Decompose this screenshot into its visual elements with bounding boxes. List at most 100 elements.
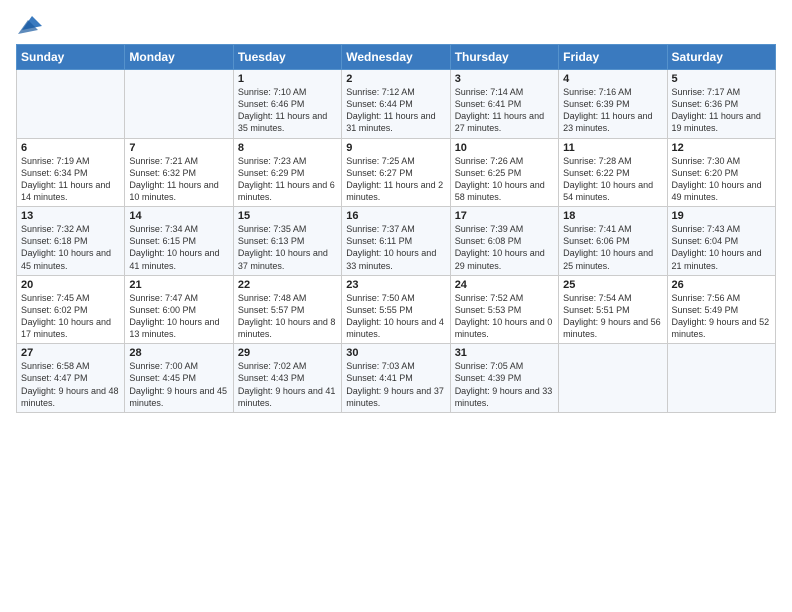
- calendar-cell: 2Sunrise: 7:12 AM Sunset: 6:44 PM Daylig…: [342, 70, 450, 139]
- calendar-cell: 22Sunrise: 7:48 AM Sunset: 5:57 PM Dayli…: [233, 275, 341, 344]
- day-number: 15: [238, 210, 337, 222]
- calendar-cell: 26Sunrise: 7:56 AM Sunset: 5:49 PM Dayli…: [667, 275, 775, 344]
- calendar-cell: 7Sunrise: 7:21 AM Sunset: 6:32 PM Daylig…: [125, 138, 233, 207]
- cell-content: Sunrise: 7:39 AM Sunset: 6:08 PM Dayligh…: [455, 223, 554, 272]
- cell-content: Sunrise: 7:50 AM Sunset: 5:55 PM Dayligh…: [346, 292, 445, 341]
- day-number: 16: [346, 210, 445, 222]
- day-number: 23: [346, 279, 445, 291]
- calendar-cell: 21Sunrise: 7:47 AM Sunset: 6:00 PM Dayli…: [125, 275, 233, 344]
- calendar-cell: 12Sunrise: 7:30 AM Sunset: 6:20 PM Dayli…: [667, 138, 775, 207]
- calendar-cell: 1Sunrise: 7:10 AM Sunset: 6:46 PM Daylig…: [233, 70, 341, 139]
- calendar-cell: 30Sunrise: 7:03 AM Sunset: 4:41 PM Dayli…: [342, 344, 450, 413]
- day-number: 1: [238, 73, 337, 85]
- day-number: 9: [346, 142, 445, 154]
- cell-content: Sunrise: 7:56 AM Sunset: 5:49 PM Dayligh…: [672, 292, 771, 341]
- calendar-cell: 3Sunrise: 7:14 AM Sunset: 6:41 PM Daylig…: [450, 70, 558, 139]
- calendar-cell: 10Sunrise: 7:26 AM Sunset: 6:25 PM Dayli…: [450, 138, 558, 207]
- weekday-header-tuesday: Tuesday: [233, 45, 341, 70]
- cell-content: Sunrise: 7:48 AM Sunset: 5:57 PM Dayligh…: [238, 292, 337, 341]
- calendar-cell: 27Sunrise: 6:58 AM Sunset: 4:47 PM Dayli…: [17, 344, 125, 413]
- day-number: 3: [455, 73, 554, 85]
- cell-content: Sunrise: 7:37 AM Sunset: 6:11 PM Dayligh…: [346, 223, 445, 272]
- day-number: 21: [129, 279, 228, 291]
- cell-content: Sunrise: 7:00 AM Sunset: 4:45 PM Dayligh…: [129, 360, 228, 409]
- calendar-cell: 14Sunrise: 7:34 AM Sunset: 6:15 PM Dayli…: [125, 207, 233, 276]
- cell-content: Sunrise: 7:12 AM Sunset: 6:44 PM Dayligh…: [346, 86, 445, 135]
- calendar-cell: 19Sunrise: 7:43 AM Sunset: 6:04 PM Dayli…: [667, 207, 775, 276]
- day-number: 6: [21, 142, 120, 154]
- logo: [16, 12, 42, 36]
- cell-content: Sunrise: 7:54 AM Sunset: 5:51 PM Dayligh…: [563, 292, 662, 341]
- cell-content: Sunrise: 7:19 AM Sunset: 6:34 PM Dayligh…: [21, 155, 120, 204]
- day-number: 24: [455, 279, 554, 291]
- calendar-cell: 5Sunrise: 7:17 AM Sunset: 6:36 PM Daylig…: [667, 70, 775, 139]
- calendar-cell: 16Sunrise: 7:37 AM Sunset: 6:11 PM Dayli…: [342, 207, 450, 276]
- cell-content: Sunrise: 7:25 AM Sunset: 6:27 PM Dayligh…: [346, 155, 445, 204]
- calendar-cell: [17, 70, 125, 139]
- weekday-header-friday: Friday: [559, 45, 667, 70]
- cell-content: Sunrise: 7:23 AM Sunset: 6:29 PM Dayligh…: [238, 155, 337, 204]
- cell-content: Sunrise: 6:58 AM Sunset: 4:47 PM Dayligh…: [21, 360, 120, 409]
- cell-content: Sunrise: 7:16 AM Sunset: 6:39 PM Dayligh…: [563, 86, 662, 135]
- calendar-cell: [667, 344, 775, 413]
- calendar-cell: 25Sunrise: 7:54 AM Sunset: 5:51 PM Dayli…: [559, 275, 667, 344]
- calendar-cell: 24Sunrise: 7:52 AM Sunset: 5:53 PM Dayli…: [450, 275, 558, 344]
- day-number: 7: [129, 142, 228, 154]
- calendar-row-5: 27Sunrise: 6:58 AM Sunset: 4:47 PM Dayli…: [17, 344, 776, 413]
- calendar-cell: 23Sunrise: 7:50 AM Sunset: 5:55 PM Dayli…: [342, 275, 450, 344]
- page: SundayMondayTuesdayWednesdayThursdayFrid…: [0, 0, 792, 421]
- day-number: 20: [21, 279, 120, 291]
- calendar-cell: 18Sunrise: 7:41 AM Sunset: 6:06 PM Dayli…: [559, 207, 667, 276]
- calendar-cell: 6Sunrise: 7:19 AM Sunset: 6:34 PM Daylig…: [17, 138, 125, 207]
- day-number: 4: [563, 73, 662, 85]
- calendar-cell: 8Sunrise: 7:23 AM Sunset: 6:29 PM Daylig…: [233, 138, 341, 207]
- day-number: 17: [455, 210, 554, 222]
- cell-content: Sunrise: 7:03 AM Sunset: 4:41 PM Dayligh…: [346, 360, 445, 409]
- calendar-cell: 9Sunrise: 7:25 AM Sunset: 6:27 PM Daylig…: [342, 138, 450, 207]
- day-number: 14: [129, 210, 228, 222]
- calendar-cell: 11Sunrise: 7:28 AM Sunset: 6:22 PM Dayli…: [559, 138, 667, 207]
- day-number: 5: [672, 73, 771, 85]
- calendar-row-4: 20Sunrise: 7:45 AM Sunset: 6:02 PM Dayli…: [17, 275, 776, 344]
- day-number: 13: [21, 210, 120, 222]
- cell-content: Sunrise: 7:10 AM Sunset: 6:46 PM Dayligh…: [238, 86, 337, 135]
- weekday-header-sunday: Sunday: [17, 45, 125, 70]
- day-number: 25: [563, 279, 662, 291]
- calendar-row-3: 13Sunrise: 7:32 AM Sunset: 6:18 PM Dayli…: [17, 207, 776, 276]
- weekday-header-row: SundayMondayTuesdayWednesdayThursdayFrid…: [17, 45, 776, 70]
- calendar-cell: 13Sunrise: 7:32 AM Sunset: 6:18 PM Dayli…: [17, 207, 125, 276]
- cell-content: Sunrise: 7:41 AM Sunset: 6:06 PM Dayligh…: [563, 223, 662, 272]
- day-number: 10: [455, 142, 554, 154]
- calendar-row-1: 1Sunrise: 7:10 AM Sunset: 6:46 PM Daylig…: [17, 70, 776, 139]
- day-number: 29: [238, 347, 337, 359]
- calendar-cell: [559, 344, 667, 413]
- cell-content: Sunrise: 7:34 AM Sunset: 6:15 PM Dayligh…: [129, 223, 228, 272]
- header: [16, 12, 776, 36]
- cell-content: Sunrise: 7:45 AM Sunset: 6:02 PM Dayligh…: [21, 292, 120, 341]
- calendar-table: SundayMondayTuesdayWednesdayThursdayFrid…: [16, 44, 776, 413]
- day-number: 19: [672, 210, 771, 222]
- cell-content: Sunrise: 7:43 AM Sunset: 6:04 PM Dayligh…: [672, 223, 771, 272]
- calendar-cell: 4Sunrise: 7:16 AM Sunset: 6:39 PM Daylig…: [559, 70, 667, 139]
- cell-content: Sunrise: 7:14 AM Sunset: 6:41 PM Dayligh…: [455, 86, 554, 135]
- logo-icon: [18, 12, 42, 36]
- day-number: 22: [238, 279, 337, 291]
- day-number: 30: [346, 347, 445, 359]
- day-number: 28: [129, 347, 228, 359]
- day-number: 8: [238, 142, 337, 154]
- weekday-header-wednesday: Wednesday: [342, 45, 450, 70]
- calendar-cell: [125, 70, 233, 139]
- calendar-row-2: 6Sunrise: 7:19 AM Sunset: 6:34 PM Daylig…: [17, 138, 776, 207]
- cell-content: Sunrise: 7:30 AM Sunset: 6:20 PM Dayligh…: [672, 155, 771, 204]
- day-number: 31: [455, 347, 554, 359]
- day-number: 27: [21, 347, 120, 359]
- cell-content: Sunrise: 7:05 AM Sunset: 4:39 PM Dayligh…: [455, 360, 554, 409]
- day-number: 12: [672, 142, 771, 154]
- calendar-cell: 15Sunrise: 7:35 AM Sunset: 6:13 PM Dayli…: [233, 207, 341, 276]
- calendar-cell: 17Sunrise: 7:39 AM Sunset: 6:08 PM Dayli…: [450, 207, 558, 276]
- calendar-cell: 20Sunrise: 7:45 AM Sunset: 6:02 PM Dayli…: [17, 275, 125, 344]
- calendar-cell: 28Sunrise: 7:00 AM Sunset: 4:45 PM Dayli…: [125, 344, 233, 413]
- cell-content: Sunrise: 7:35 AM Sunset: 6:13 PM Dayligh…: [238, 223, 337, 272]
- cell-content: Sunrise: 7:52 AM Sunset: 5:53 PM Dayligh…: [455, 292, 554, 341]
- day-number: 18: [563, 210, 662, 222]
